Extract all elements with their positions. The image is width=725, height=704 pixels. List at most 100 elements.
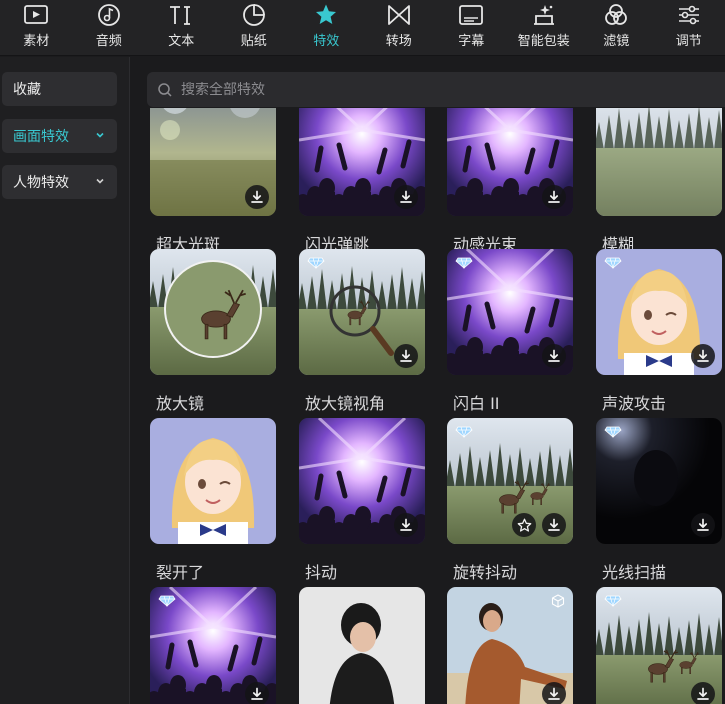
search-input[interactable]	[181, 81, 681, 98]
download-button[interactable]	[542, 185, 566, 209]
effect-thumbnail	[596, 249, 722, 375]
download-button[interactable]	[542, 513, 566, 537]
search-bar	[147, 72, 725, 107]
effect-name: 放大镜视角	[305, 394, 386, 413]
effect-card[interactable]: 模糊	[596, 108, 722, 254]
download-icon	[400, 190, 412, 203]
premium-diamond-icon	[307, 257, 325, 269]
effect-card[interactable]	[447, 587, 573, 704]
tool-transition[interactable]: 转场	[363, 0, 436, 56]
effect-name: 闪白 II	[453, 394, 500, 413]
effect-thumbnail	[150, 418, 276, 544]
premium-diamond-icon	[158, 595, 176, 607]
subtitle-icon	[459, 5, 484, 25]
tool-label: 调节	[675, 34, 702, 49]
download-icon	[548, 349, 560, 362]
effects-panel: 素材 音频 文本 贴纸 特效 转场 字幕 智能包装 滤镜 调节 收藏 画面特效 …	[0, 0, 725, 704]
text-icon	[170, 6, 191, 25]
transition-icon	[387, 5, 410, 25]
thumbnail-image	[596, 108, 722, 216]
download-button[interactable]	[691, 682, 715, 704]
download-button[interactable]	[394, 513, 418, 537]
thumbnail-image	[299, 587, 425, 704]
download-icon	[548, 190, 560, 203]
effect-card[interactable]: 放大镜视角	[299, 249, 425, 413]
download-icon	[697, 349, 709, 362]
effect-thumbnail	[596, 418, 722, 544]
download-icon	[697, 518, 709, 531]
download-button[interactable]	[691, 344, 715, 368]
adjust-icon	[678, 5, 699, 25]
effect-thumbnail	[447, 108, 573, 216]
tool-sticker[interactable]: 贴纸	[218, 0, 291, 56]
tool-filter[interactable]: 滤镜	[580, 0, 653, 56]
download-icon	[400, 518, 412, 531]
effect-thumbnail	[447, 587, 573, 704]
effect-name: 旋转抖动	[453, 563, 518, 582]
effect-card[interactable]: 裂开了	[150, 418, 276, 582]
download-icon	[548, 518, 560, 531]
sidebar-item-people-effects[interactable]: 人物特效	[2, 165, 117, 199]
sidebar-item-scene-effects[interactable]: 画面特效	[2, 119, 117, 153]
download-button[interactable]	[394, 185, 418, 209]
premium-diamond-icon	[455, 257, 473, 269]
filter-icon	[605, 4, 628, 25]
effect-thumbnail	[447, 249, 573, 375]
effect-card[interactable]: 放大镜	[150, 249, 276, 413]
download-button[interactable]	[394, 344, 418, 368]
effect-name: 裂开了	[156, 563, 205, 582]
tool-subtitle[interactable]: 字幕	[435, 0, 508, 56]
effect-card[interactable]: 动感光束	[447, 108, 573, 254]
star-outline-icon	[517, 518, 531, 532]
cube-icon	[551, 594, 565, 608]
download-button[interactable]	[691, 513, 715, 537]
chevron-down-icon	[96, 178, 104, 184]
download-icon	[400, 349, 412, 362]
effect-card[interactable]: 闪光弹跳	[299, 108, 425, 254]
download-button[interactable]	[542, 344, 566, 368]
sidebar-item-favorites[interactable]: 收藏	[2, 72, 117, 106]
tool-audio[interactable]: 音频	[73, 0, 146, 56]
tool-smart-package[interactable]: 智能包装	[508, 0, 581, 56]
download-button[interactable]	[542, 682, 566, 704]
download-icon	[251, 687, 263, 700]
tool-label: 贴纸	[240, 34, 267, 49]
download-button[interactable]	[245, 682, 269, 704]
category-sidebar: 收藏 画面特效 人物特效	[0, 57, 130, 704]
tool-text[interactable]: 文本	[145, 0, 218, 56]
effect-card[interactable]: 旋转抖动	[447, 418, 573, 582]
tool-media[interactable]: 素材	[0, 0, 73, 56]
effect-name: 抖动	[305, 563, 338, 582]
effect-thumbnail	[299, 587, 425, 704]
effect-card[interactable]	[299, 587, 425, 704]
effect-thumbnail	[150, 587, 276, 704]
tool-label: 特效	[313, 34, 340, 49]
favorite-button[interactable]	[512, 513, 536, 537]
effect-card[interactable]: 超大光斑	[150, 108, 276, 254]
effect-name: 放大镜	[156, 394, 205, 413]
sticker-icon	[242, 4, 265, 26]
tool-label: 智能包装	[517, 34, 570, 49]
effect-card[interactable]: 抖动	[299, 418, 425, 582]
download-button[interactable]	[245, 185, 269, 209]
top-toolbar: 素材 音频 文本 贴纸 特效 转场 字幕 智能包装 滤镜 调节	[0, 0, 725, 56]
effect-card[interactable]	[150, 587, 276, 704]
effect-thumbnail	[299, 418, 425, 544]
tool-label: 滤镜	[603, 34, 630, 49]
effect-card[interactable]	[596, 587, 722, 704]
effect-card[interactable]: 声波攻击	[596, 249, 722, 413]
chevron-down-icon	[96, 132, 104, 138]
smart-package-icon	[533, 5, 554, 25]
search-icon	[158, 82, 172, 97]
tool-effects[interactable]: 特效	[290, 0, 363, 56]
effect-card[interactable]: 闪白 II	[447, 249, 573, 413]
tool-adjust[interactable]: 调节	[653, 0, 725, 56]
effect-thumbnail	[299, 108, 425, 216]
sidebar-item-label: 人物特效	[13, 175, 69, 191]
thumbnail-image	[150, 418, 276, 544]
premium-diamond-icon	[604, 426, 622, 438]
effect-name: 光线扫描	[602, 563, 667, 582]
effect-card[interactable]: 光线扫描	[596, 418, 722, 582]
effects-grid: 超大光斑 闪光弹跳 动感光束 模糊 放大镜 放大镜视角 闪白 II 声波攻击 裂…	[131, 108, 725, 704]
premium-diamond-icon	[604, 595, 622, 607]
